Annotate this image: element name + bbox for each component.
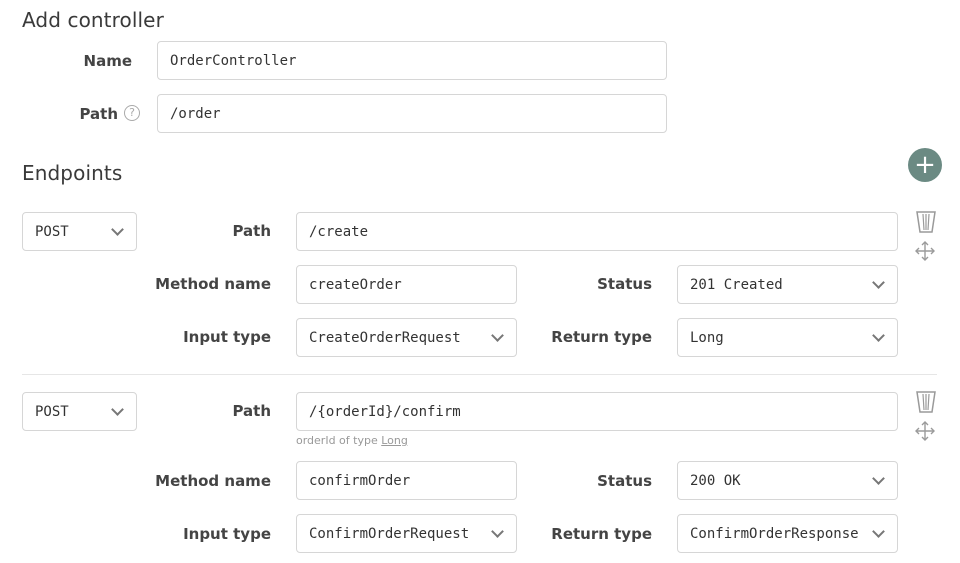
endpoints-title: Endpoints	[22, 161, 123, 185]
path-input[interactable]: /order	[157, 94, 667, 133]
plus-icon: +	[914, 150, 936, 180]
endpoint-1-return-type-label: Return type	[551, 328, 652, 346]
chevron-down-icon	[491, 328, 504, 342]
question-circle-icon[interactable]: ?	[124, 104, 140, 121]
endpoint-2-input-type-select[interactable]: ConfirmOrderRequest	[296, 514, 517, 553]
endpoint-1-path-input[interactable]: /create	[296, 212, 898, 251]
chevron-down-icon	[111, 402, 124, 416]
endpoint-1-input-type-label: Input type	[183, 328, 271, 346]
endpoint-2-input-type-label: Input type	[183, 525, 271, 543]
path-label: Path	[79, 105, 118, 123]
trash-icon[interactable]	[915, 390, 937, 414]
chevron-down-icon	[111, 222, 124, 236]
endpoint-1-status-select[interactable]: 201 Created	[677, 265, 898, 304]
endpoint-1-method-select[interactable]: POST	[22, 212, 137, 251]
path-label-row: Path?	[40, 104, 140, 123]
move-icon[interactable]	[914, 240, 936, 262]
endpoint-2-path-hint: orderId of type Long	[296, 434, 408, 447]
trash-icon[interactable]	[915, 210, 937, 234]
endpoint-2-return-type-select[interactable]: ConfirmOrderResponse	[677, 514, 898, 553]
name-label: Name	[83, 52, 132, 70]
endpoint-1-return-type-select[interactable]: Long	[677, 318, 898, 357]
endpoint-2-return-type-label: Return type	[551, 525, 652, 543]
endpoint-1-input-type-select[interactable]: CreateOrderRequest	[296, 318, 517, 357]
move-icon[interactable]	[914, 420, 936, 442]
name-input[interactable]: OrderController	[157, 41, 667, 80]
page-title: Add controller	[22, 8, 164, 32]
endpoint-divider	[22, 374, 937, 375]
endpoint-2-path-label: Path	[232, 402, 271, 420]
endpoint-2-method-name-label: Method name	[155, 472, 271, 490]
endpoint-2-status-label: Status	[597, 472, 652, 490]
endpoint-1-method-name-input[interactable]: createOrder	[296, 265, 517, 304]
endpoint-1-status-label: Status	[597, 275, 652, 293]
chevron-down-icon	[491, 524, 504, 538]
endpoint-2-path-input[interactable]: /{orderId}/confirm	[296, 392, 898, 431]
endpoint-2-method-name-input[interactable]: confirmOrder	[296, 461, 517, 500]
add-endpoint-button[interactable]: +	[908, 148, 942, 182]
endpoint-2-method-select[interactable]: POST	[22, 392, 137, 431]
endpoint-1-path-label: Path	[232, 222, 271, 240]
chevron-down-icon	[872, 524, 885, 538]
chevron-down-icon	[872, 275, 885, 289]
chevron-down-icon	[872, 328, 885, 342]
type-link[interactable]: Long	[381, 434, 408, 447]
chevron-down-icon	[872, 471, 885, 485]
endpoint-2-status-select[interactable]: 200 OK	[677, 461, 898, 500]
endpoint-1-method-name-label: Method name	[155, 275, 271, 293]
